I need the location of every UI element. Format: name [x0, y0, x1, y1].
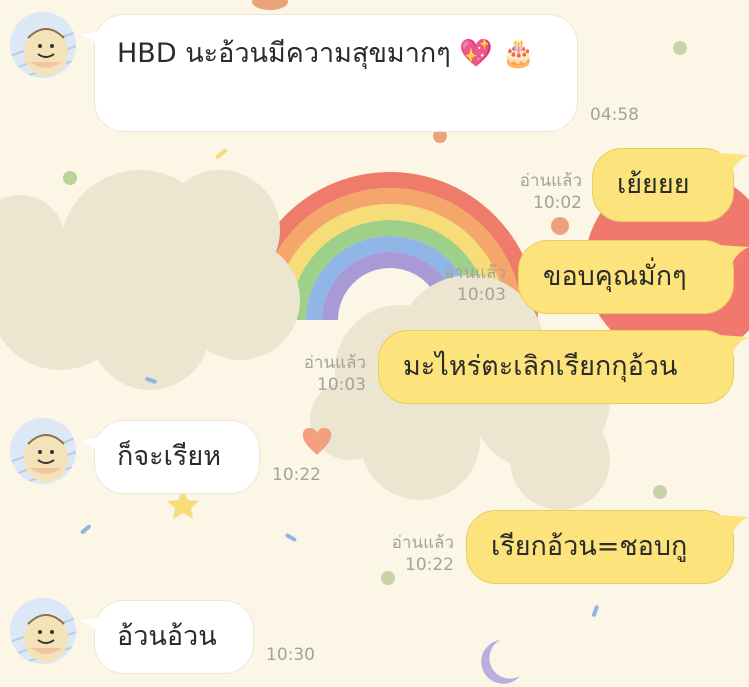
read-receipt: อ่านแล้ว [443, 263, 506, 283]
bubble-tail [81, 435, 109, 457]
message-time: 10:03 [457, 285, 506, 305]
avatar-icon [10, 598, 76, 664]
read-receipt: อ่านแล้ว [303, 353, 366, 373]
message-text: ก็จะเรียห [117, 441, 222, 473]
message-status: อ่านแล้ว 10:03 [404, 262, 506, 306]
message-text: HBD นะอ้วนมีความสุขมากๆ 💖 🎂 [117, 38, 536, 69]
contact-avatar[interactable] [10, 418, 76, 484]
bubble-tail [81, 29, 109, 51]
message-bubble-incoming[interactable]: ก็จะเรียห [81, 420, 260, 494]
message-time: 10:02 [533, 193, 582, 213]
message-text: เย้ยยย [617, 169, 690, 201]
message-bubble-incoming[interactable]: อ้วนอ้วน [81, 600, 254, 674]
message-bubble-outgoing[interactable]: มะไหร่ตะเลิกเรียกกุอ้วน [378, 330, 749, 404]
bubble-tail [81, 615, 109, 637]
bubble-tail [719, 153, 749, 175]
message-time: 10:30 [266, 645, 315, 665]
avatar-icon [10, 418, 76, 484]
bubble-tail [719, 515, 749, 537]
message-status: อ่านแล้ว 10:02 [480, 170, 582, 214]
bubble-tail [719, 335, 749, 357]
avatar-icon [10, 12, 76, 78]
contact-avatar[interactable] [10, 598, 76, 664]
message-status: อ่านแล้ว 10:03 [264, 352, 366, 396]
message-time: 10:22 [405, 555, 454, 575]
message-bubble-outgoing[interactable]: ขอบคุณมั่กๆ [518, 240, 749, 314]
message-time: 04:58 [590, 105, 639, 125]
message-text: มะไหร่ตะเลิกเรียกกุอ้วน [403, 351, 678, 383]
read-receipt: อ่านแล้ว [391, 533, 454, 553]
message-bubble-outgoing[interactable]: เย้ยยย [592, 148, 749, 222]
message-text: เรียกอ้วน=ชอบกู [491, 531, 688, 563]
bubble-tail [719, 245, 749, 267]
contact-avatar[interactable] [10, 12, 76, 78]
read-receipt: อ่านแล้ว [519, 171, 582, 191]
message-text: อ้วนอ้วน [117, 621, 217, 653]
message-bubble-incoming[interactable]: HBD นะอ้วนมีความสุขมากๆ 💖 🎂 [81, 14, 578, 132]
message-time: 10:22 [272, 465, 321, 485]
message-text: ขอบคุณมั่กๆ [543, 261, 687, 293]
message-status: อ่านแล้ว 10:22 [352, 532, 454, 576]
message-bubble-outgoing[interactable]: เรียกอ้วน=ชอบกู [466, 510, 749, 584]
message-time: 10:03 [317, 375, 366, 395]
